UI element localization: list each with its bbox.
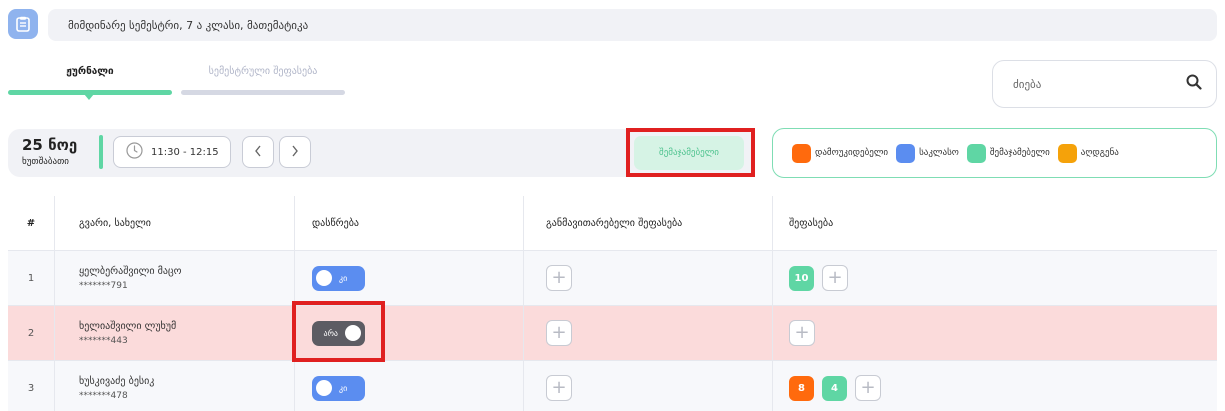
student-id: *******791 [79,280,128,291]
header-name-label: გვარი, სახელი [79,217,151,229]
next-lesson-button[interactable] [279,136,311,168]
header-number: # [8,196,55,250]
tab-pointer [84,94,94,100]
formative-cell: + [524,361,773,411]
table-row: 1 ყელბერაშვილი მაცო *******791 კი + 10 + [8,251,1217,306]
toggle-label: არა [323,328,339,338]
row-number: 1 [8,251,55,305]
add-formative-button[interactable]: + [546,265,572,291]
header-grade: შეფასება [789,217,834,229]
journal-table: # გვარი, სახელი დასწრება განმავითარებელი… [8,196,1217,411]
grade-cell: 8 4 + [773,361,1217,411]
student-cell: ყელბერაშვილი მაცო *******791 [55,251,295,305]
header-name: გვარი, სახელი [55,196,295,250]
clock-icon [126,142,143,162]
plus-icon: + [551,267,567,288]
header-formative: განმავითარებელი შეფასება [524,196,773,250]
attendance-cell: კი [295,361,524,411]
legend-item-classwork: საკლასო [896,143,959,163]
toggle-knob [316,270,332,286]
toggle-label: კი [339,383,348,393]
plus-icon: + [551,377,567,398]
add-formative-button[interactable]: + [546,375,572,401]
student-name: ყელბერაშვილი მაცო [79,265,182,277]
legend-item-independent: დამოუკიდებელი [792,143,889,163]
table-row: 2 ხელიაშვილი ლუხუმ *******443 არა + + [8,306,1217,361]
table-row: 3 ხუსკივაძე ბესიკ *******478 კი + 8 4 + [8,361,1217,411]
grade-badge[interactable]: 4 [822,375,847,401]
attendance-toggle[interactable]: არა [312,320,365,346]
formative-cell: + [524,306,773,360]
student-id: *******478 [79,390,128,401]
legend-label: შემაჯამებელი [989,148,1050,158]
legend-swatch-orange [792,143,811,163]
tab-semester-indicator [181,90,345,95]
add-formative-button[interactable]: + [546,320,572,346]
toggle-knob [316,380,332,396]
legend-label: აღდგენა [1080,148,1119,158]
plus-icon: + [827,267,843,288]
legend-item-summary: შემაჯამებელი [966,143,1050,163]
attendance-cell: კი [295,251,524,305]
add-grade-button[interactable]: + [855,375,881,401]
legend-item-recovery: აღდგენა [1057,143,1119,163]
grade-legend: დამოუკიდებელი საკლასო შემაჯამებელი აღდგე… [772,128,1217,178]
student-id: *******443 [79,335,128,346]
table-header-row: # გვარი, სახელი დასწრება განმავითარებელი… [8,196,1217,251]
grade-badge[interactable]: 8 [789,375,814,401]
tab-journal[interactable]: ჟურნალი [8,66,172,77]
attendance-cell: არა [295,306,524,360]
row-number: 2 [8,306,55,360]
add-grade-button[interactable]: + [822,265,848,291]
plus-icon: + [794,322,810,343]
grade-cell: + [773,306,1217,360]
lesson-panel: 25 ნოე ხუთშაბათი 11:30 - 12:15 შემაჯამებ… [8,129,754,177]
legend-label: საკლასო [919,148,959,158]
student-cell: ხუსკივაძე ბესიკ *******478 [55,361,295,411]
grade-badge[interactable]: 10 [789,265,814,291]
lesson-weekday: ხუთშაბათი [22,157,69,167]
date-divider [99,135,103,169]
attendance-toggle[interactable]: კი [312,375,365,401]
chevron-left-icon [253,143,263,162]
attendance-toggle[interactable]: კი [312,265,365,291]
page-title: მიმდინარე სემესტრი, 7 ა კლასი, მათემატიკ… [48,9,1217,41]
lesson-time[interactable]: 11:30 - 12:15 [113,136,231,168]
add-grade-button[interactable]: + [789,320,815,346]
student-name: ხუსკივაძე ბესიკ [79,375,155,387]
header-attendance: დასწრება [295,196,524,250]
toggle-knob [345,325,361,341]
row-number: 3 [8,361,55,411]
tab-semester-grade[interactable]: სემესტრული შეფასება [181,66,345,77]
search-icon[interactable] [1186,74,1202,94]
clipboard-icon [8,9,38,39]
lesson-time-text: 11:30 - 12:15 [151,146,219,158]
student-name: ხელიაშვილი ლუხუმ [79,320,177,332]
legend-swatch-blue [896,143,916,163]
legend-swatch-yellow [1057,143,1077,163]
chevron-right-icon [290,143,300,162]
plus-icon: + [551,322,567,343]
legend-label: დამოუკიდებელი [815,148,889,158]
grade-cell: 10 + [773,251,1217,305]
legend-swatch-green [966,143,986,163]
student-cell: ხელიაშვილი ლუხუმ *******443 [55,306,295,360]
formative-cell: + [524,251,773,305]
summary-assessment-button[interactable]: შემაჯამებელი [634,136,744,170]
plus-icon: + [860,377,876,398]
toggle-label: კი [339,273,348,283]
search-box [992,60,1217,108]
previous-lesson-button[interactable] [242,136,274,168]
lesson-date: 25 ნოე [22,136,78,154]
search-input[interactable] [1013,77,1163,91]
